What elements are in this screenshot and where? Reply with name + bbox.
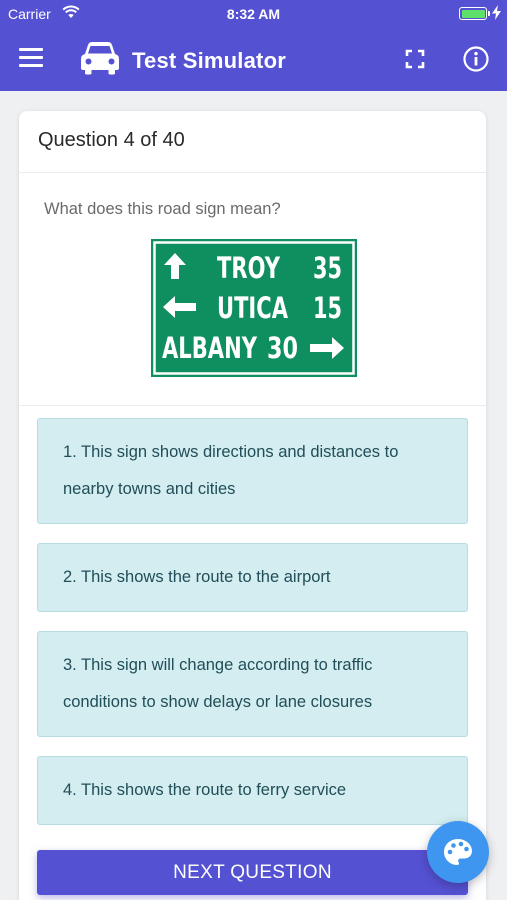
- answer-option-3[interactable]: 3. This sign will change according to tr…: [37, 631, 468, 737]
- answer-option-1[interactable]: 1. This sign shows directions and distan…: [37, 418, 468, 524]
- fullscreen-icon[interactable]: [404, 48, 426, 70]
- sign-place-utica: UTICA: [217, 291, 288, 325]
- palette-icon: [444, 839, 472, 865]
- sign-distance-troy: 35: [313, 251, 342, 285]
- battery-icon: [459, 7, 490, 20]
- sign-place-albany: ALBANY: [162, 331, 258, 365]
- car-icon: [81, 42, 119, 75]
- question-text: What does this road sign mean?: [44, 200, 281, 218]
- question-card: Question 4 of 40 What does this road sig…: [19, 111, 486, 900]
- sign-distance-albany: 30: [267, 331, 298, 365]
- app-title: Test Simulator: [132, 48, 286, 73]
- charging-bolt-icon: [492, 5, 501, 20]
- sign-place-troy: TROY: [217, 251, 281, 285]
- card-divider: [19, 405, 486, 406]
- status-bar: Carrier 8:32 AM: [0, 0, 507, 28]
- app-bar: Test Simulator: [0, 28, 507, 91]
- status-time: 8:32 AM: [226, 6, 281, 22]
- top-bar: Carrier 8:32 AM Test Simulator: [0, 0, 507, 91]
- answer-option-2[interactable]: 2. This shows the route to the airport: [37, 543, 468, 612]
- theme-fab-button[interactable]: [427, 821, 489, 883]
- answer-option-4[interactable]: 4. This shows the route to ferry service: [37, 756, 468, 825]
- info-icon[interactable]: [462, 45, 490, 73]
- next-question-button[interactable]: NEXT QUESTION: [37, 850, 468, 895]
- road-sign-image: TROY 35 UTICA 15 ALBANY 30: [151, 239, 357, 377]
- question-counter: Question 4 of 40: [19, 111, 486, 173]
- menu-icon[interactable]: [19, 48, 43, 68]
- sign-distance-utica: 15: [313, 291, 342, 325]
